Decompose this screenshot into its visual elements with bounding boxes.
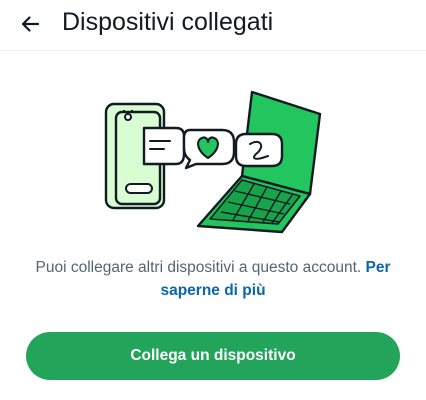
back-button[interactable] xyxy=(12,6,48,42)
arrow-left-icon xyxy=(21,16,40,32)
linked-devices-illustration xyxy=(104,90,322,234)
page-title: Dispositivi collegati xyxy=(62,8,274,36)
heart-icon xyxy=(182,128,236,170)
handwriting-icon xyxy=(234,132,284,168)
description-text: Puoi collegare altri dispositivi a quest… xyxy=(30,256,396,302)
description-body: Puoi collegare altri dispositivi a quest… xyxy=(35,259,362,276)
app-bar: Dispositivi collegati xyxy=(0,0,426,51)
message-bubble xyxy=(142,126,186,166)
link-device-button[interactable]: Collega un dispositivo xyxy=(26,332,400,380)
